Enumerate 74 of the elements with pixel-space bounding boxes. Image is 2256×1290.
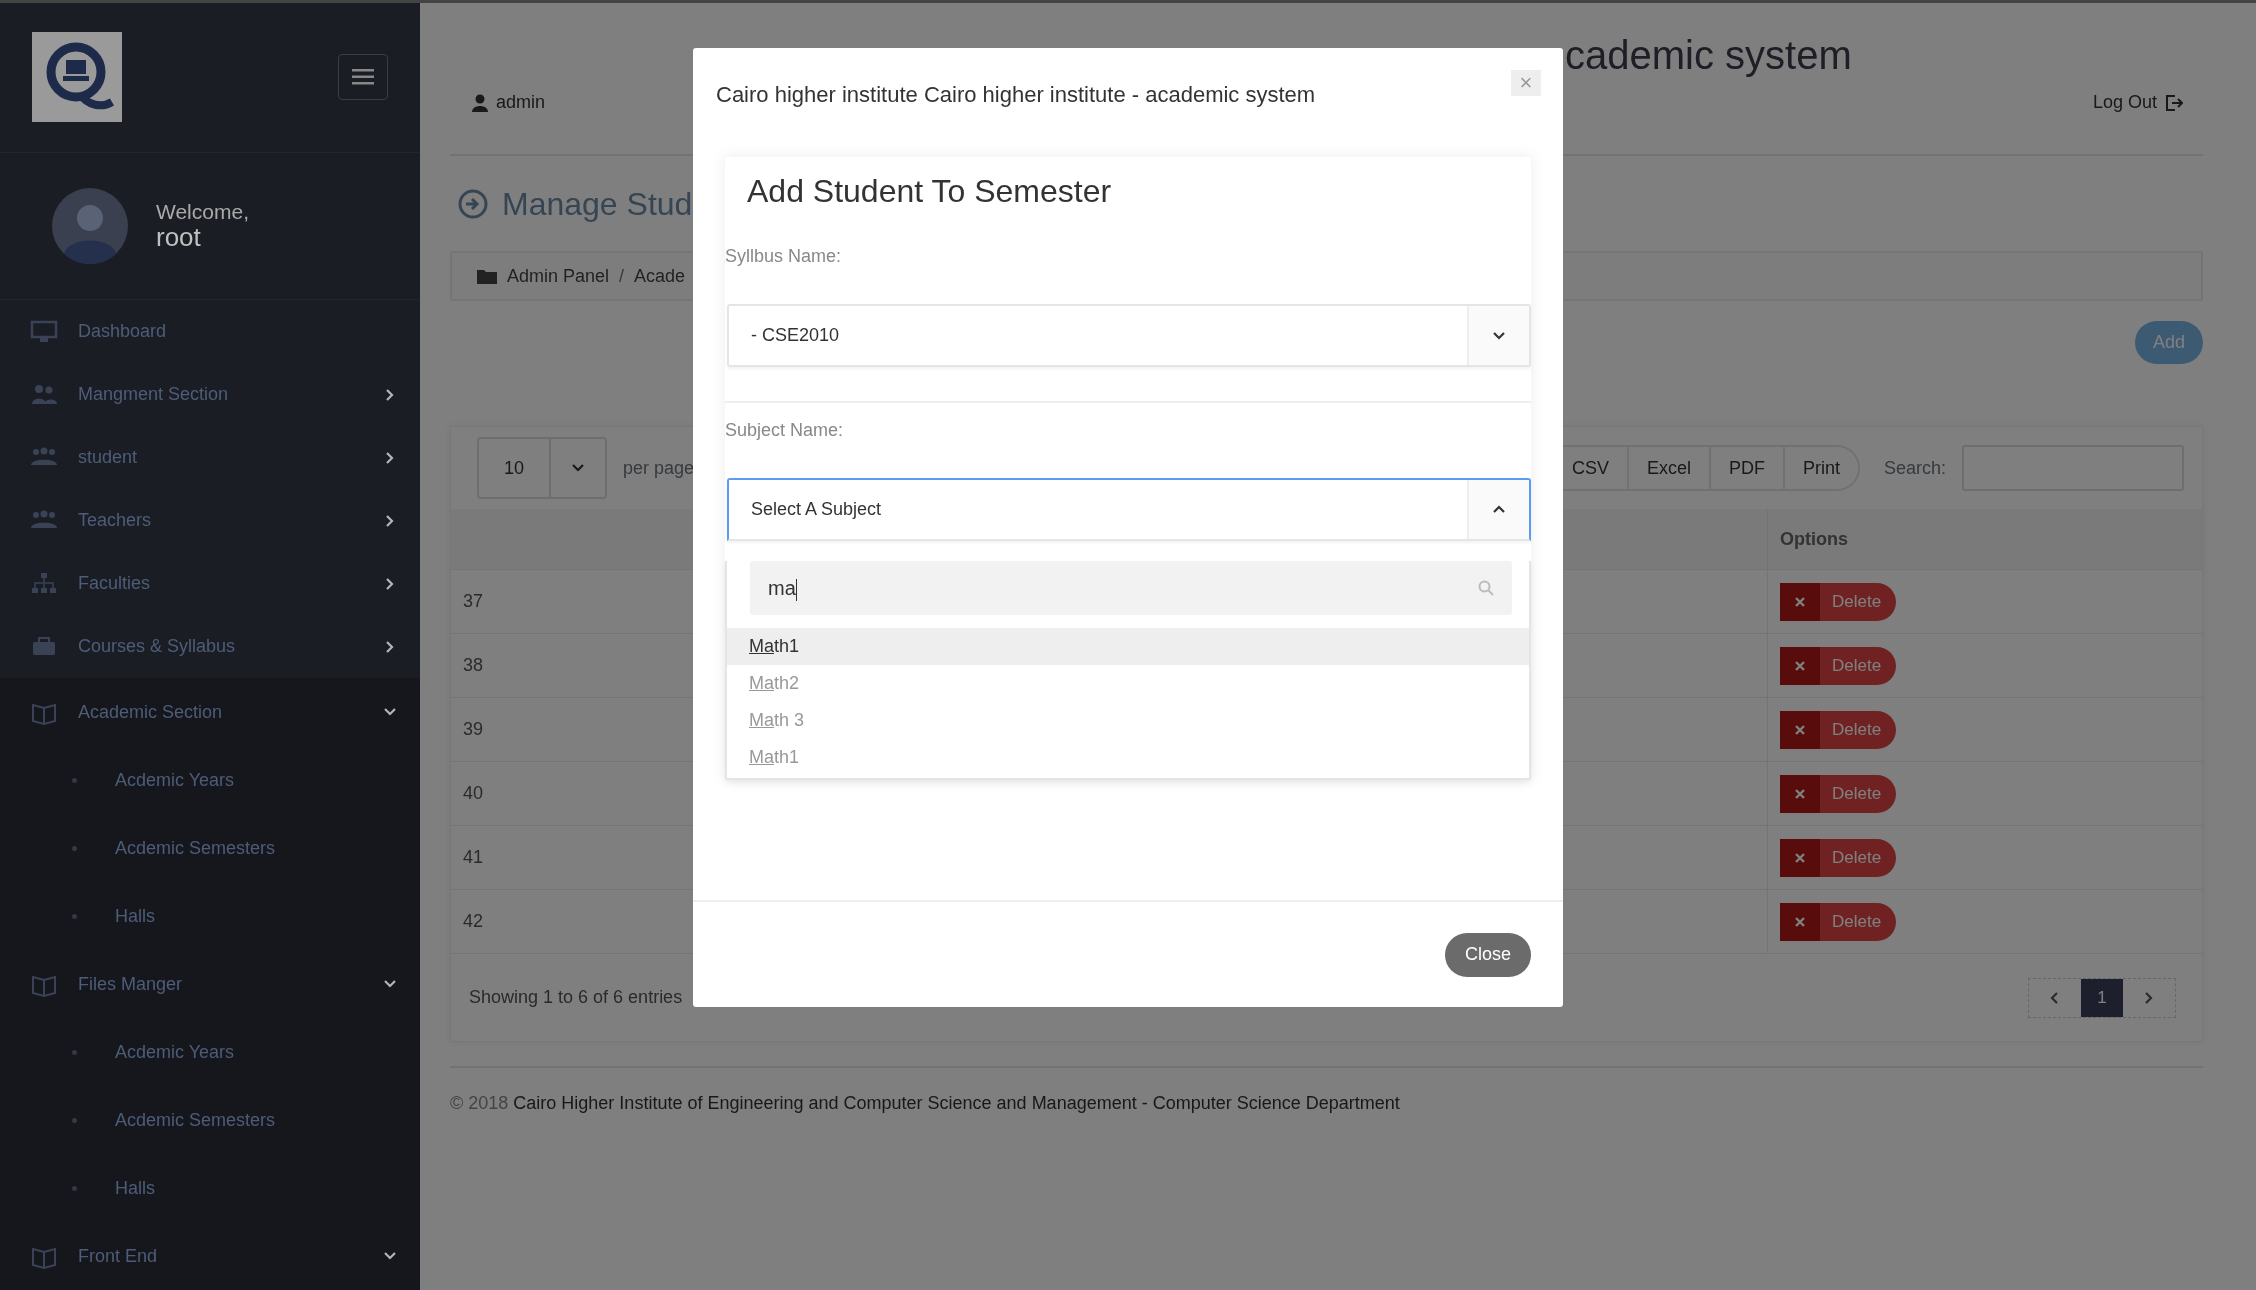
sidebar-item[interactable]: Front End	[0, 1222, 420, 1290]
modal-title: Cairo higher institute Cairo higher institute - academic system	[716, 81, 1316, 109]
dropdown-option[interactable]: Math1	[727, 739, 1529, 776]
delete-button[interactable]: Delete	[1780, 902, 1897, 941]
folder-icon	[477, 268, 497, 284]
sidebar-subitem[interactable]: Acdemic Years	[0, 746, 420, 814]
dropdown-option[interactable]: Math 3	[727, 702, 1529, 739]
close-icon	[1795, 660, 1805, 671]
footer-text: Cairo Higher Institute of Engineering and Computer Science and Management - Computer Science Department	[513, 1093, 1400, 1113]
logout-link[interactable]: Log Out	[2092, 89, 2157, 116]
copyright-year: © 2018	[450, 1093, 509, 1113]
close-button[interactable]: ×	[1511, 70, 1541, 96]
user-icon	[472, 93, 488, 112]
page-size-select[interactable]: 10	[477, 437, 607, 499]
form-title: Add Student To Semester	[746, 172, 1113, 211]
sidebar-item[interactable]: Faculties	[0, 552, 420, 615]
sidebar-item[interactable]: Files Manger	[0, 950, 420, 1018]
delete-button[interactable]: Delete	[1780, 710, 1897, 749]
delete-button[interactable]: Delete	[1780, 838, 1897, 877]
close-button[interactable]: Close	[1444, 932, 1531, 977]
per-page-label: per page	[623, 456, 695, 480]
dropdown-option[interactable]: Math2	[727, 665, 1529, 702]
table-cell: 42	[463, 911, 484, 931]
column-header: Options	[1780, 527, 1848, 551]
sidebar-item[interactable]: Teachers	[0, 489, 420, 552]
sidebar-subitem[interactable]: Halls	[0, 1154, 420, 1222]
export-button[interactable]: Print	[1782, 445, 1860, 491]
select-field[interactable]: Select A Subject	[727, 478, 1531, 541]
breadcrumb-link[interactable]: Admin Panel	[507, 262, 610, 290]
search-icon	[1478, 580, 1494, 596]
menu-button[interactable]	[338, 54, 388, 101]
table-cell: 38	[463, 655, 484, 675]
dropdown-search-field[interactable]: ma	[750, 561, 1512, 615]
page-button[interactable]: 1	[2081, 978, 2123, 1017]
table-cell: 40	[463, 783, 484, 803]
logo-icon	[32, 32, 122, 123]
breadcrumb-separator: /	[619, 264, 625, 288]
user-link[interactable]: admin	[496, 89, 546, 116]
add-button[interactable]: Add	[2134, 321, 2203, 364]
sidebar-item[interactable]: Mangment Section	[0, 363, 420, 426]
close-icon	[1795, 596, 1805, 607]
table-cell: 37	[463, 591, 484, 611]
sidebar-item[interactable]: Dashboard	[0, 300, 420, 363]
field-label: Subject Name:	[725, 419, 845, 442]
close-icon	[1795, 852, 1805, 863]
table-cell: 39	[463, 719, 484, 739]
delete-button[interactable]: Delete	[1780, 646, 1897, 685]
arrow-circle-icon	[458, 188, 488, 219]
select-field[interactable]: - CSE2010	[727, 304, 1531, 367]
page-title: Manage Stud	[502, 184, 693, 224]
logout-icon	[2165, 93, 2183, 112]
close-icon	[1795, 916, 1805, 927]
menu-icon	[352, 69, 374, 86]
close-icon	[1795, 724, 1805, 735]
sidebar-item[interactable]: Academic Section	[0, 678, 420, 746]
sidebar-subitem[interactable]: Acdemic Years	[0, 1018, 420, 1086]
close-icon	[1795, 788, 1805, 799]
table-cell: 41	[463, 847, 484, 867]
sidebar-subitem[interactable]: Acdemic Semesters	[0, 814, 420, 882]
search-label: Search:	[1883, 456, 1946, 480]
user-name: root	[156, 223, 202, 252]
welcome-text: Welcome,	[156, 200, 249, 224]
sidebar-subitem[interactable]: Acdemic Semesters	[0, 1086, 420, 1154]
sidebar-item[interactable]: Courses & Syllabus	[0, 615, 420, 678]
export-button[interactable]: Excel	[1626, 445, 1711, 491]
delete-button[interactable]: Delete	[1780, 582, 1897, 621]
breadcrumb-link[interactable]: Acade	[634, 262, 686, 290]
dropdown-option[interactable]: Math1	[727, 628, 1529, 665]
export-button[interactable]: PDF	[1708, 445, 1785, 491]
delete-button[interactable]: Delete	[1780, 774, 1897, 813]
field-label: Syllbus Name:	[725, 245, 843, 268]
sidebar-subitem[interactable]: Halls	[0, 882, 420, 950]
table-info: Showing 1 to 6 of 6 entries	[469, 986, 683, 1009]
sidebar-item[interactable]: student	[0, 426, 420, 489]
